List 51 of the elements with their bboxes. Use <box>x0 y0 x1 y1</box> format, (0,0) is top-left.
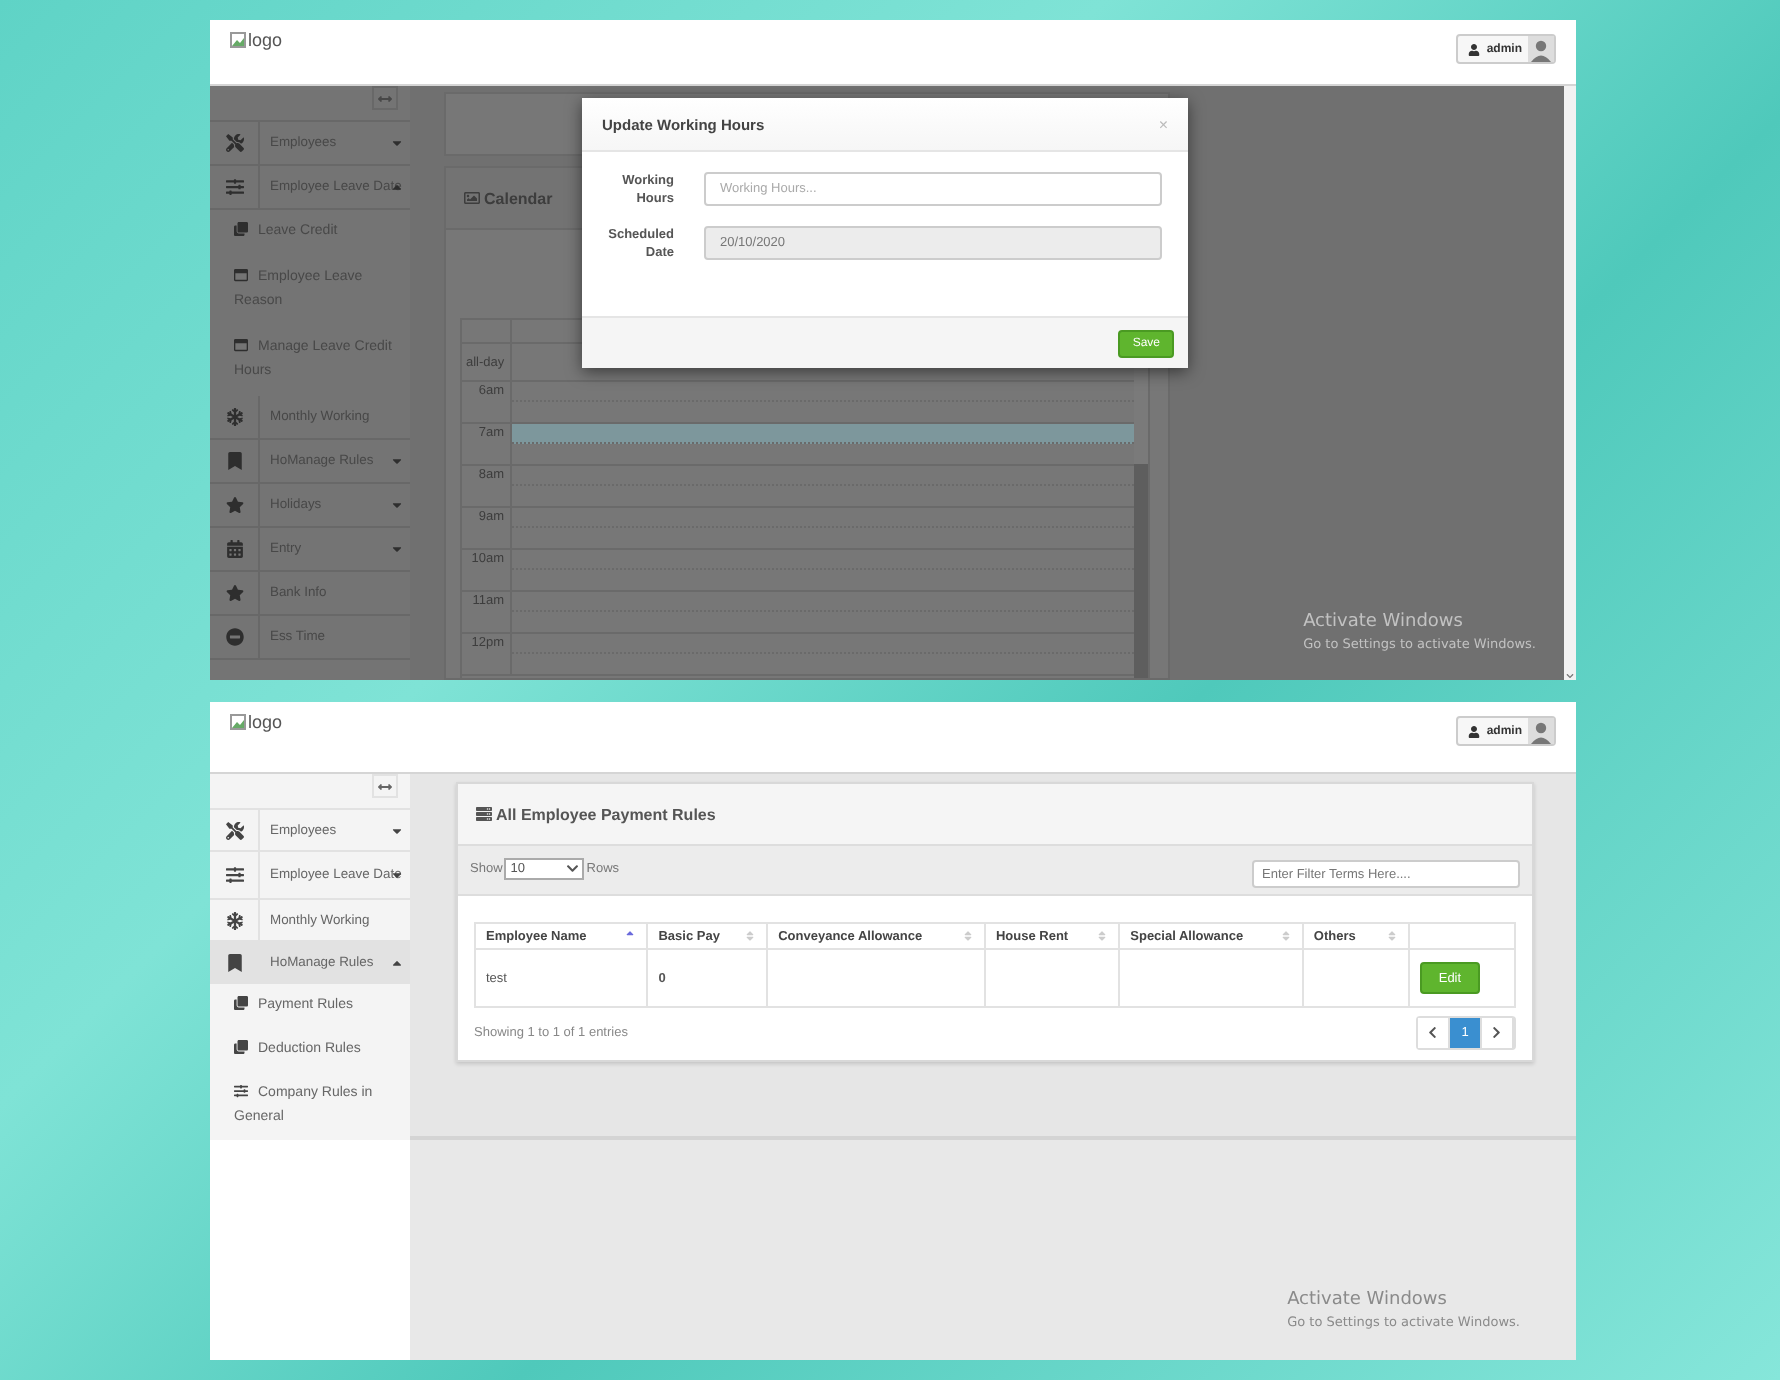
caret-icon <box>389 955 403 969</box>
broken-logo-image: logo <box>230 30 283 50</box>
chevron-right-icon <box>1490 1026 1504 1040</box>
broken-image-icon <box>230 32 246 48</box>
menu-icon <box>225 134 243 152</box>
activation-title: Activate Windows <box>1303 612 1465 632</box>
caret-icon <box>389 542 403 556</box>
user-icon <box>1468 725 1481 737</box>
menu-icon <box>225 178 243 196</box>
caret-icon <box>389 498 403 512</box>
list-icon <box>476 806 492 822</box>
chevron-down-icon <box>565 862 579 876</box>
previous-page-button[interactable] <box>1418 1018 1450 1048</box>
sidebar-toggle-button[interactable] <box>372 86 398 110</box>
submenu-icon <box>234 338 248 352</box>
submenu-icon <box>234 996 248 1010</box>
menu-icon <box>225 452 243 470</box>
menu-icon <box>225 540 243 558</box>
menu-icon <box>225 628 243 646</box>
chevron-left-icon <box>1426 1026 1440 1040</box>
caret-icon <box>389 823 403 837</box>
menu-icon <box>225 953 243 971</box>
menu-icon <box>225 584 243 602</box>
avatar-icon <box>1528 718 1554 744</box>
sort-icon <box>1279 930 1292 942</box>
card-title: All Employee Payment Rules <box>496 805 716 823</box>
submenu-icon <box>234 1040 248 1054</box>
menu-icon <box>225 866 243 884</box>
submenu-icon <box>234 268 248 282</box>
caret-icon <box>389 180 403 194</box>
sort-icon <box>961 930 974 942</box>
menu-icon <box>225 911 243 929</box>
menu-icon <box>225 821 243 839</box>
menu-icon <box>225 408 243 426</box>
resize-arrows-icon <box>378 779 392 793</box>
menu-icon <box>225 496 243 514</box>
calendar-icon <box>464 190 480 206</box>
submenu-icon <box>234 1084 248 1098</box>
sort-icon <box>1096 930 1109 942</box>
broken-logo-image: logo <box>230 712 283 732</box>
avatar-icon <box>1528 36 1554 62</box>
broken-image-icon <box>230 714 246 730</box>
sort-icon <box>744 930 757 942</box>
activation-title: Activate Windows <box>1287 1290 1449 1310</box>
caret-icon <box>389 136 403 150</box>
scrollbar[interactable] <box>1564 86 1576 680</box>
sort-icon <box>1386 930 1399 942</box>
user-icon <box>1468 43 1481 55</box>
caret-icon <box>389 454 403 468</box>
resize-arrows-icon <box>378 91 392 105</box>
submenu-icon <box>234 222 248 236</box>
